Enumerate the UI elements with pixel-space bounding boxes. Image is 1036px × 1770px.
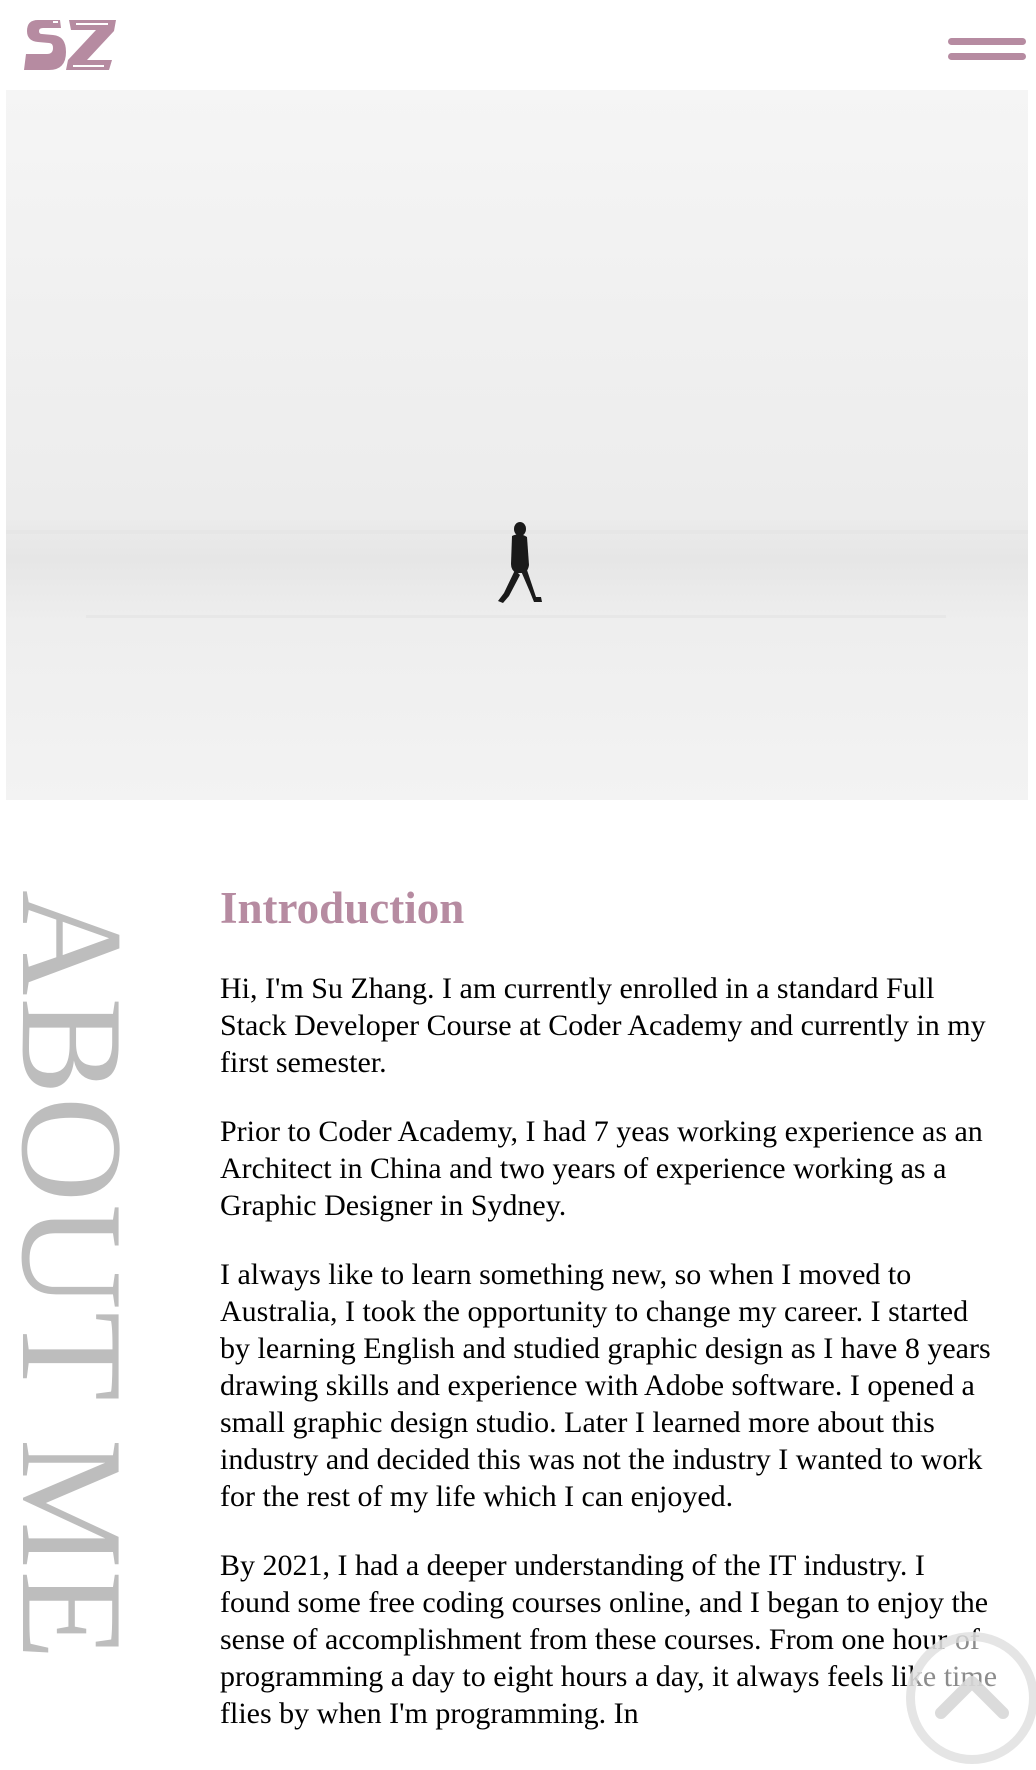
hamburger-menu-icon [948, 38, 1026, 45]
intro-paragraph-4: By 2021, I had a deeper understanding of… [220, 1549, 998, 1730]
site-logo[interactable]: SZ [22, 8, 118, 84]
site-header: SZ [0, 0, 1036, 90]
section-heading: Introduction [220, 883, 465, 933]
vertical-title-text: ABOUT ME [0, 890, 153, 1662]
chevron-up-icon [935, 1676, 1009, 1719]
scroll-to-top-button[interactable] [906, 1632, 1036, 1764]
intro-paragraph-3: I always like to learn something new, so… [220, 1258, 991, 1513]
menu-bar [948, 53, 1026, 60]
about-content: Introduction Hi, I'm Su Zhang. I am curr… [220, 880, 1000, 1764]
walking-person-photo [6, 90, 1028, 800]
logo-mark: SZ [24, 20, 116, 70]
intro-paragraph-2: Prior to Coder Academy, I had 7 yeas wor… [220, 1115, 983, 1222]
hero-image [6, 90, 1028, 800]
hamburger-menu-button[interactable] [946, 32, 1030, 70]
intro-paragraph-1: Hi, I'm Su Zhang. I am currently enrolle… [220, 972, 986, 1079]
about-me-vertical-title: ABOUT ME [0, 880, 160, 1680]
